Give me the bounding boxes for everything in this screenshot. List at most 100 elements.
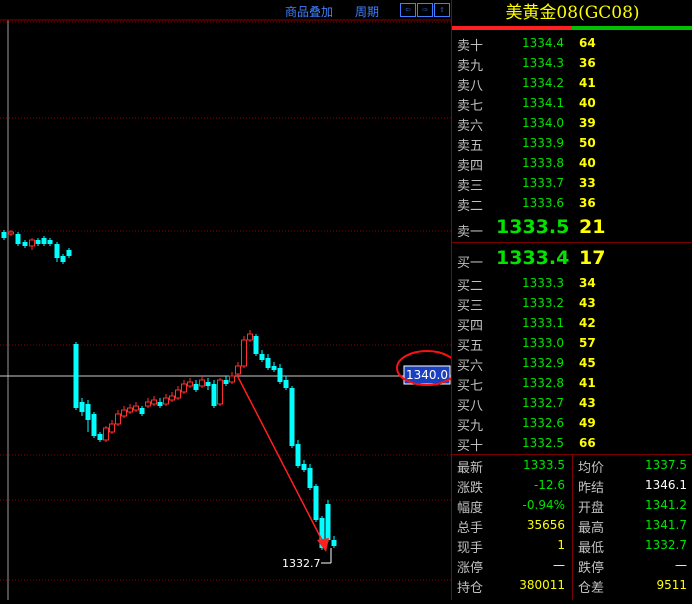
level-price: 1334.1 [522,96,564,110]
level-volume: 41 [579,376,596,390]
candle-body [217,379,223,405]
level-label: 买十 [457,439,484,454]
candle-body [229,375,235,383]
chart-overlays: 1340.0 1332.7 [236,350,458,570]
level-label: 买二 [457,279,484,294]
candle-body [175,389,181,399]
level-price: 1333.4 [496,247,570,269]
stat-label: 现手 [457,541,484,556]
level-price: 1332.9 [522,356,564,370]
level-price: 1332.8 [522,376,564,390]
ask-level-3[interactable]: 卖八 1334.2 41 [452,73,692,94]
ask-level-2[interactable]: 卖九 1334.3 36 [452,53,692,74]
candle-body [115,413,121,425]
stats-column-divider [572,455,573,600]
ask-level-9[interactable]: 卖二 1333.6 36 [452,193,692,214]
bid-level-6[interactable]: 买六 1332.9 45 [452,353,692,374]
bid-level-2[interactable]: 买二 1333.3 34 [452,273,692,294]
stat-value: 1337.5 [645,458,687,472]
candle-body [247,333,253,341]
stat-label: 最低 [578,541,605,556]
stat-label: 最新 [457,461,484,476]
stat-value: -0.94% [522,498,565,512]
stat-value: 1 [557,538,565,552]
candle-body [307,468,313,488]
ask-level-10[interactable]: 卖一 1333.5 21 [452,216,692,240]
ask-level-1[interactable]: 卖十 1334.4 64 [452,33,692,54]
level-volume: 17 [579,247,606,269]
candles-group [1,230,337,550]
level-price: 1333.3 [522,276,564,290]
level-volume: 66 [579,436,596,450]
stat-label: 持仓 [457,581,484,596]
candle-body [241,339,247,367]
scroll-right-icon[interactable]: ⇨ [417,3,433,17]
ask-level-8[interactable]: 卖三 1333.7 33 [452,173,692,194]
level-label: 卖二 [457,199,484,214]
candle-body [277,368,283,382]
level-volume: 42 [579,316,596,330]
stat-value: -12.6 [533,478,565,492]
candle-body [313,486,319,520]
level-volume: 39 [579,116,596,130]
candle-body [181,383,187,393]
level-price: 1333.9 [522,136,564,150]
level-price: 1332.6 [522,416,564,430]
level-volume: 50 [579,136,596,150]
level-volume: 49 [579,416,596,430]
candle-body [295,444,301,466]
candle-body [199,379,205,387]
level-volume: 34 [579,276,596,290]
candlestick-plot[interactable]: 1340.0 1332.7 [0,0,458,600]
chart-grid [0,19,451,600]
level-volume: 36 [579,196,596,210]
candle-body [133,405,139,411]
candle-body [60,256,66,262]
level-volume: 41 [579,76,596,90]
bid-level-10[interactable]: 买十 1332.5 66 [452,433,692,454]
stat-label: 总手 [457,521,484,536]
ask-level-5[interactable]: 卖六 1334.0 39 [452,113,692,134]
ask-level-7[interactable]: 卖四 1333.8 40 [452,153,692,174]
candle-body [271,366,277,370]
candle-body [187,381,193,387]
level-label: 买八 [457,399,484,414]
ask-level-6[interactable]: 卖五 1333.9 50 [452,133,692,154]
stat-value: — [553,558,565,572]
candle-body [301,464,307,470]
scroll-left-icon[interactable]: ⇦ [400,3,416,17]
candle-body [157,402,163,406]
ask-level-4[interactable]: 卖七 1334.1 40 [452,93,692,114]
bid-level-5[interactable]: 买五 1333.0 57 [452,333,692,354]
candle-body [145,401,151,407]
toggle-panel-icon[interactable]: ⇧ [434,3,450,17]
candle-body [47,240,53,244]
overlay-button[interactable]: 商品叠加 [285,3,333,20]
candle-body [139,408,145,414]
bid-level-9[interactable]: 买九 1332.6 49 [452,413,692,434]
bid-level-1[interactable]: 买一 1333.4 17 [452,247,692,271]
candle-body [151,399,157,405]
level-label: 买一 [457,256,484,271]
level-label: 买四 [457,319,484,334]
level-volume: 45 [579,356,596,370]
level-label: 卖九 [457,59,484,74]
bid-level-7[interactable]: 买七 1332.8 41 [452,373,692,394]
trend-arrow-line [236,374,327,549]
bid-level-3[interactable]: 买三 1333.2 43 [452,293,692,314]
period-button[interactable]: 周期 [355,3,379,20]
quote-panel: 美黄金08(GC08) 卖十 1334.4 64 卖九 1334.3 36 卖八 1334.2… [451,0,692,600]
candle-body [85,404,91,420]
stat-value: 1341.7 [645,518,687,532]
kline-chart[interactable]: 1340.0 1332.7 商品叠加 周期 ⇦ ⇨ ⇧ [0,0,458,600]
stat-label: 涨停 [457,561,484,576]
stat-label: 仓差 [578,581,605,596]
candle-body [223,380,229,384]
stat-value: 1341.2 [645,498,687,512]
bid-level-8[interactable]: 买八 1332.7 43 [452,393,692,414]
candle-body [1,232,7,238]
level-price: 1334.2 [522,76,564,90]
bid-level-4[interactable]: 买四 1333.1 42 [452,313,692,334]
level-volume: 43 [579,396,596,410]
stat-label: 幅度 [457,501,484,516]
